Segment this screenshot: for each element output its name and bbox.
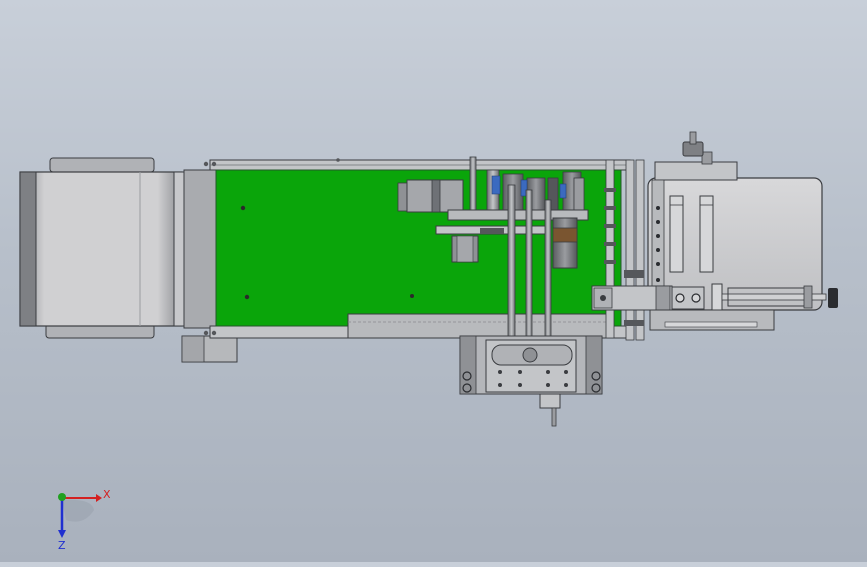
triad-shadow [62, 499, 94, 522]
shaft-left [507, 184, 516, 341]
roller-1 [469, 156, 477, 218]
post-rail-3 [635, 159, 645, 341]
x-axis-arrow [96, 494, 102, 502]
plate-slot-1 [669, 195, 684, 273]
y-axis-dot [58, 493, 66, 501]
carriage-adjuster [539, 393, 561, 409]
x-axis-label: X [103, 488, 110, 501]
z-axis-label: Z [58, 539, 66, 550]
cad-viewport[interactable]: X Z [0, 0, 867, 562]
axis-triad: X Z [40, 480, 111, 552]
shaft-middle [525, 189, 533, 341]
shaft-right [544, 199, 552, 341]
drive-motor [552, 217, 578, 269]
plate-slot-2 [699, 195, 714, 273]
infeed-end-cap [19, 171, 37, 327]
end-knob [828, 288, 838, 308]
infeed-side-plate [183, 169, 217, 329]
infeed-roller [19, 171, 183, 327]
infeed-top-guide [49, 157, 155, 173]
belt-guide-strip [347, 313, 611, 339]
z-axis-arrow [58, 530, 66, 538]
machine-drawing [19, 131, 838, 427]
bottom-carriage [459, 335, 603, 427]
infeed-roller-unit [19, 157, 238, 363]
post-rail-1 [605, 159, 615, 339]
post-rail-2 [625, 159, 635, 341]
discharge-unit [591, 131, 838, 341]
